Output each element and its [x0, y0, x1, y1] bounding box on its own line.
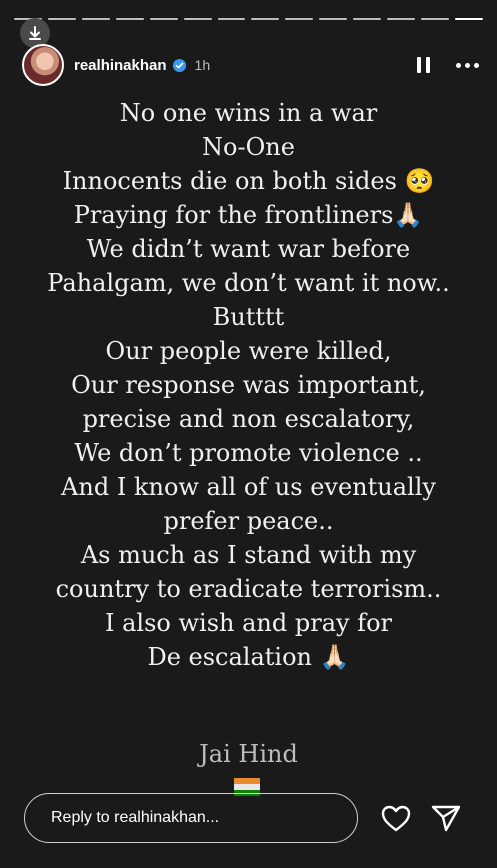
verified-badge-icon — [172, 58, 186, 72]
heart-icon[interactable] — [380, 803, 412, 833]
progress-segment — [251, 18, 280, 20]
story-line: We didn’t want war before — [86, 235, 411, 263]
story-line: And I know all of us eventually — [61, 473, 436, 501]
pause-icon[interactable] — [417, 57, 430, 73]
progress-segment — [319, 18, 348, 20]
send-icon[interactable] — [430, 803, 462, 833]
story-line: Pahalgam, we don’t want it now.. — [47, 269, 450, 297]
story-signoff: Jai Hind — [199, 740, 298, 768]
progress-segment — [285, 18, 314, 20]
story-line: prefer peace.. — [163, 507, 334, 535]
story-line: I also wish and pray for — [104, 609, 392, 637]
story-line: We don’t promote violence .. — [74, 439, 423, 467]
story-line: No one wins in a war — [119, 99, 378, 127]
progress-segment — [183, 18, 212, 20]
story-line: Innocents die on both sides 🥺 — [62, 167, 435, 195]
progress-segment — [47, 18, 76, 20]
username[interactable]: realhinakhan — [74, 57, 167, 74]
download-icon — [29, 26, 41, 40]
progress-segment — [421, 18, 449, 20]
progress-segment — [149, 18, 178, 20]
progress-segment — [217, 18, 246, 20]
story-line: country to eradicate terrorism.. — [55, 575, 442, 603]
avatar[interactable] — [22, 44, 64, 86]
progress-segment — [353, 18, 382, 20]
story-line: De escalation 🙏🏻 — [147, 643, 350, 671]
story-text: No one wins in a war No-One Innocents die … — [0, 96, 497, 674]
story-line: precise and non escalatory, — [82, 405, 415, 433]
progress-segment — [81, 18, 110, 20]
story-header: realhinakhan 1h — [22, 44, 479, 86]
story-line: Our response was important, — [71, 371, 426, 399]
reply-input[interactable]: Reply to realhinakhan... — [24, 793, 358, 843]
post-time: 1h — [194, 57, 211, 73]
progress-segment — [454, 18, 483, 20]
progress-segment — [115, 18, 144, 20]
story-line: Butttt — [212, 303, 285, 331]
story-line: Praying for the frontliners🙏🏻 — [73, 201, 424, 229]
story-line: As much as I stand with my — [80, 541, 417, 569]
story-line: Our people were killed, — [105, 337, 392, 365]
more-icon[interactable] — [456, 62, 479, 68]
progress-segment — [387, 18, 416, 20]
story-progress-bar — [14, 16, 483, 22]
story-line: No-One — [202, 133, 295, 161]
